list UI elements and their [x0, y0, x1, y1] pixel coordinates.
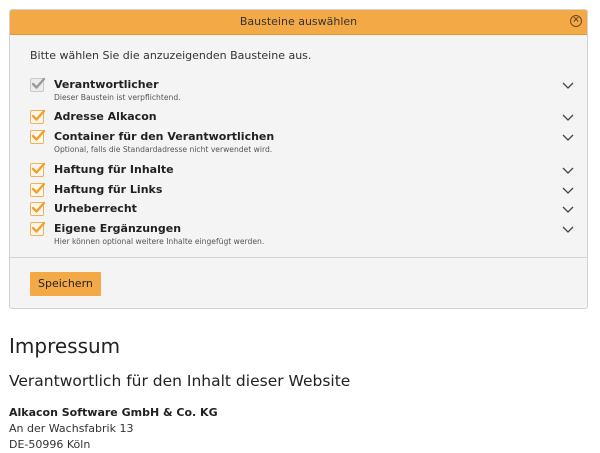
checkmark-icon [31, 162, 46, 174]
dialog-title: Bausteine auswählen [239, 15, 358, 28]
module-checkbox[interactable] [30, 129, 46, 144]
module-checkbox[interactable] [30, 221, 46, 236]
address-city: DE-50996 Köln [9, 438, 91, 451]
checkmark-icon [31, 129, 46, 141]
save-button[interactable]: Speichern [30, 272, 101, 296]
module-label: Eigene Ergänzungen [54, 222, 182, 235]
checkmark-icon [31, 77, 46, 89]
address-block: Alkacon Software GmbH & Co. KG An der Wa… [9, 405, 218, 453]
checkmark-icon [31, 221, 46, 233]
module-label: Container für den Verantwortlichen [54, 130, 275, 143]
close-icon[interactable]: × [570, 15, 582, 27]
dialog-header: Bausteine auswählen × [10, 10, 587, 35]
module-description: Hier können optional weitere Inhalte ein… [54, 237, 265, 246]
dialog-footer: Speichern [10, 257, 587, 308]
dialog-body: Bitte wählen Sie die anzuzeigenden Baust… [10, 35, 587, 257]
module-checkbox[interactable] [30, 182, 46, 197]
module-description: Optional, falls die Standardadresse nich… [54, 145, 273, 154]
chevron-down-icon[interactable] [562, 164, 574, 176]
module-selection-dialog: Bausteine auswählen × Bitte wählen Sie d… [9, 9, 588, 309]
module-checkbox[interactable] [30, 77, 46, 92]
checkmark-icon [31, 201, 46, 213]
checkmark-icon [31, 182, 46, 194]
checkmark-icon [31, 109, 46, 121]
module-label: Haftung für Links [54, 183, 163, 196]
module-label: Verantwortlicher [54, 78, 159, 91]
section-title: Verantwortlich für den Inhalt dieser Web… [9, 372, 351, 390]
chevron-down-icon[interactable] [562, 223, 574, 235]
chevron-down-icon[interactable] [562, 111, 574, 123]
company-name: Alkacon Software GmbH & Co. KG [9, 406, 218, 419]
chevron-down-icon[interactable] [562, 184, 574, 196]
chevron-down-icon[interactable] [562, 131, 574, 143]
page-title: Impressum [9, 334, 121, 358]
module-description: Dieser Baustein ist verpflichtend. [54, 93, 181, 102]
module-checkbox[interactable] [30, 109, 46, 124]
module-checkbox[interactable] [30, 162, 46, 177]
dialog-intro: Bitte wählen Sie die anzuzeigenden Baust… [30, 49, 312, 62]
module-label: Haftung für Inhalte [54, 163, 174, 176]
module-label: Adresse Alkacon [54, 110, 157, 123]
chevron-down-icon[interactable] [562, 79, 574, 91]
chevron-down-icon[interactable] [562, 203, 574, 215]
address-street: An der Wachsfabrik 13 [9, 422, 134, 435]
module-checkbox[interactable] [30, 201, 46, 216]
module-label: Urheberrecht [54, 202, 137, 215]
